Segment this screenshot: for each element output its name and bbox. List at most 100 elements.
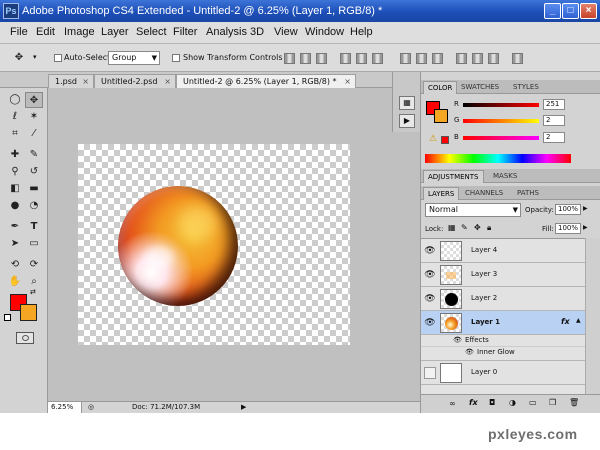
lock-transparent-icon[interactable]: ▦ [448,223,456,232]
distribute-vertical-center-icon[interactable] [416,53,427,64]
layer-row[interactable]: Layer 0 [421,361,585,385]
tab-untitled-2-psd[interactable]: Untitled-2.psd × [94,74,176,88]
history-brush-tool-icon[interactable]: ↺ [25,164,43,180]
layer-row[interactable]: 👁 Layer 2 [421,287,585,311]
default-colors-icon[interactable] [4,314,11,321]
close-tab-icon[interactable]: × [164,75,171,88]
tab-color[interactable]: COLOR [423,81,458,94]
close-tab-icon[interactable]: × [82,75,89,88]
magic-wand-tool-icon[interactable]: ✶ [25,109,43,125]
menu-view[interactable]: View [274,26,298,38]
effects-eye-icon[interactable]: 👁 [453,335,462,346]
fill-value[interactable]: 100% [555,223,581,234]
maximize-icon[interactable]: □ [562,3,579,19]
pen-tool-icon[interactable]: ✒ [6,219,24,235]
dodge-tool-icon[interactable]: ◔ [25,198,43,214]
path-selection-tool-icon[interactable]: ➤ [6,236,24,252]
lock-all-icon[interactable]: 🔒︎ [487,223,491,233]
channel-r-slider[interactable] [463,103,539,107]
zoom-level[interactable]: 6.25% [48,402,82,413]
channel-g-slider[interactable] [463,119,539,123]
align-bottom-icon[interactable] [316,53,327,64]
layer-row-selected[interactable]: 👁 Layer 1 fx ▲ [421,311,585,335]
add-mask-icon[interactable]: ◘ [489,398,495,407]
tab-untitled-2-active[interactable]: Untitled-2 @ 6.25% (Layer 1, RGB/8) * × [176,74,356,88]
layer-effects-icon[interactable]: fx [561,317,570,326]
distribute-horizontal-center-icon[interactable] [472,53,483,64]
visibility-eye-icon[interactable]: 👁 [424,293,436,305]
layer-row[interactable]: 👁 Layer 4 [421,239,585,263]
auto-select-dropdown[interactable]: Group ▼ [108,51,160,65]
add-layer-style-icon[interactable]: fx [469,398,478,407]
quick-mask-icon[interactable] [16,332,34,344]
channel-g-value[interactable]: 2 [543,115,565,126]
menu-filter[interactable]: Filter [173,26,197,38]
rectangle-tool-icon[interactable]: ▭ [25,236,43,252]
menu-edit[interactable]: Edit [36,26,55,38]
lasso-tool-icon[interactable]: ℓ [6,109,24,125]
align-right-icon[interactable] [372,53,383,64]
status-info-icon[interactable]: ◎ [88,402,94,413]
new-adjustment-layer-icon[interactable]: ◑ [509,398,516,407]
actions-panel-icon[interactable]: ▶ [399,114,415,128]
type-tool-icon[interactable]: T [25,219,43,235]
menu-layer[interactable]: Layer [101,26,129,38]
tab-layers[interactable]: LAYERS [423,187,460,200]
distribute-top-icon[interactable] [400,53,411,64]
channel-b-slider[interactable] [463,136,539,140]
layers-scrollbar[interactable] [585,238,600,394]
swap-colors-icon[interactable]: ⇄ [30,288,36,296]
lock-position-icon[interactable]: ✥ [474,223,481,232]
hand-tool-icon[interactable]: ✋ [6,274,24,290]
tab-paths[interactable]: PATHS [513,187,543,200]
healing-brush-tool-icon[interactable]: ✚ [6,147,24,163]
status-menu-arrow-icon[interactable]: ▶ [241,402,246,413]
menu-analysis[interactable]: Analysis [206,26,247,38]
distribute-left-icon[interactable] [456,53,467,64]
move-tool-icon[interactable]: ✥ [25,92,43,108]
trash-icon[interactable]: 🗑︎ [569,398,579,407]
chevron-right-icon[interactable]: ▶ [583,224,588,231]
gamut-color-swatch[interactable] [441,136,449,144]
tab-styles[interactable]: STYLES [509,81,543,94]
brush-tool-icon[interactable]: ✎ [25,147,43,163]
channel-b-value[interactable]: 2 [543,132,565,143]
gamut-warning-icon[interactable]: ⚠ [429,134,437,144]
close-icon[interactable]: × [580,3,597,19]
document-canvas[interactable] [78,144,350,345]
tab-masks[interactable]: MASKS [489,170,521,183]
menu-window[interactable]: Window [305,26,344,38]
canvas-area[interactable] [48,88,420,401]
close-tab-icon[interactable]: × [344,75,351,88]
expand-effects-icon[interactable]: ▲ [576,317,581,324]
align-vertical-center-icon[interactable] [300,53,311,64]
menu-file[interactable]: File [10,26,28,38]
menu-3d[interactable]: 3D [250,26,264,38]
visibility-eye-icon[interactable]: 👁 [424,317,436,329]
color-panel-background-swatch[interactable] [434,109,448,123]
3d-orbit-tool-icon[interactable]: ⟳ [25,257,43,273]
minimize-icon[interactable]: _ [544,3,561,19]
blend-mode-dropdown[interactable]: Normal ▼ [425,203,521,217]
new-layer-icon[interactable]: ❐ [549,398,556,407]
marquee-tool-icon[interactable]: ◯ [6,92,24,108]
background-color-swatch[interactable] [20,304,37,321]
align-horizontal-center-icon[interactable] [356,53,367,64]
channel-r-value[interactable]: 251 [543,99,565,110]
eyedropper-tool-icon[interactable]: ⁄ [25,126,43,142]
clone-stamp-tool-icon[interactable]: ⚲ [6,164,24,180]
visibility-eye-icon[interactable]: 👁 [424,245,436,257]
align-top-icon[interactable] [284,53,295,64]
tab-adjustments[interactable]: ADJUSTMENTS [423,170,484,183]
move-tool-preset-icon[interactable]: ✥ [10,50,28,66]
chevron-down-icon[interactable]: ▾ [33,53,37,61]
chevron-right-icon[interactable]: ▶ [583,205,588,212]
eraser-tool-icon[interactable]: ◧ [6,181,24,197]
tab-channels[interactable]: CHANNELS [461,187,507,200]
new-group-icon[interactable]: ▭ [529,398,537,407]
link-layers-icon[interactable]: ∞ [449,399,456,408]
crop-tool-icon[interactable]: ⌗ [6,126,24,142]
visibility-eye-icon[interactable]: 👁 [424,269,436,281]
visibility-toggle-empty[interactable] [424,367,436,379]
inner-glow-row[interactable]: 👁 Inner Glow [421,347,585,361]
